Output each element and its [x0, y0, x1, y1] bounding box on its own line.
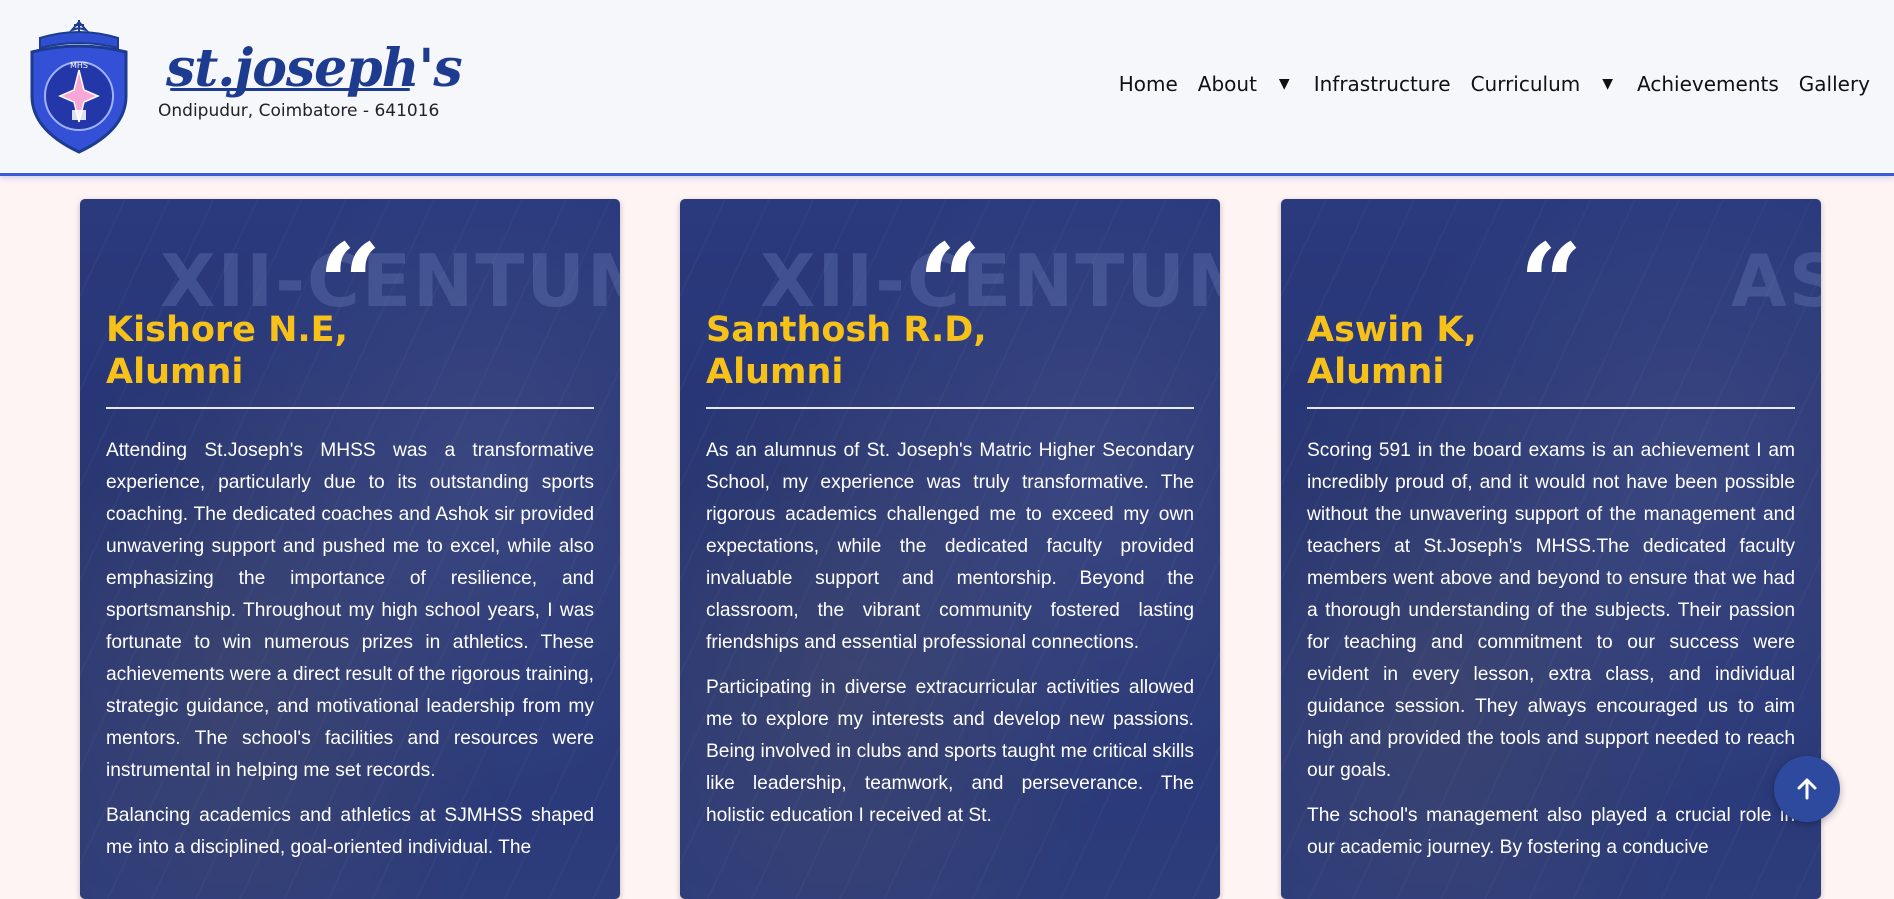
alumni-name: Santhosh R.D, Alumni — [706, 309, 1194, 393]
alumni-role-line: Alumni — [106, 352, 244, 392]
alumni-role-line: Alumni — [1307, 352, 1445, 392]
testimonial-paragraph: Scoring 591 in the board exams is an ach… — [1307, 440, 1795, 781]
alumni-name-line: Aswin K, — [1307, 310, 1477, 350]
testimonial-text: As an alumnus of St. Joseph's Matric Hig… — [706, 435, 1194, 845]
nav-curriculum[interactable]: Curriculum — [1471, 72, 1581, 96]
testimonial-paragraph: The school's management also played a cr… — [1307, 805, 1795, 858]
testimonial-card: XII-CENTUM “ Santhosh R.D, Alumni As an … — [680, 199, 1220, 899]
card-divider — [106, 407, 594, 409]
testimonial-paragraph: As an alumnus of St. Joseph's Matric Hig… — [706, 440, 1194, 653]
alumni-name-line: Santhosh R.D, — [706, 310, 987, 350]
testimonial-paragraph: Attending St.Joseph's MHSS was a transfo… — [106, 440, 594, 781]
alumni-role-line: Alumni — [706, 352, 844, 392]
about-dropdown-caret-icon[interactable]: ▼ — [1279, 76, 1290, 92]
alumni-name: Aswin K, Alumni — [1307, 309, 1795, 393]
testimonial-text: Attending St.Joseph's MHSS was a transfo… — [106, 435, 594, 877]
curriculum-dropdown-caret-icon[interactable]: ▼ — [1602, 76, 1613, 92]
brand-address: Ondipudur, Coimbatore - 641016 — [158, 101, 440, 121]
alumni-name: Kishore N.E, Alumni — [106, 309, 594, 393]
nav-gallery[interactable]: Gallery — [1799, 72, 1870, 96]
testimonial-card: XII-CENTUM “ Kishore N.E, Alumni Attendi… — [80, 199, 620, 899]
testimonial-paragraph: Balancing academics and athletics at SJM… — [106, 805, 594, 858]
scroll-to-top-button[interactable] — [1774, 756, 1840, 822]
card-divider — [706, 407, 1194, 409]
main-nav: Home About ▼ Infrastructure Curriculum ▼… — [1099, 72, 1870, 96]
testimonial-paragraph: Participating in diverse extracurricular… — [706, 677, 1194, 826]
arrow-up-icon — [1797, 778, 1817, 800]
nav-about[interactable]: About — [1198, 72, 1257, 96]
svg-text:MHS: MHS — [70, 61, 88, 70]
school-crest-logo[interactable]: MHS — [18, 18, 140, 156]
nav-achievements[interactable]: Achievements — [1637, 72, 1779, 96]
alumni-name-line: Kishore N.E, — [106, 310, 348, 350]
testimonial-card: AS “ Aswin K, Alumni Scoring 591 in the … — [1281, 199, 1821, 899]
nav-infrastructure[interactable]: Infrastructure — [1314, 72, 1451, 96]
testimonial-text: Scoring 591 in the board exams is an ach… — [1307, 435, 1795, 877]
brand-underline — [170, 88, 410, 91]
site-header: MHS st.joseph's Ondipudur, Coimbatore - … — [0, 0, 1894, 176]
card-divider — [1307, 407, 1795, 409]
nav-home[interactable]: Home — [1119, 72, 1178, 96]
